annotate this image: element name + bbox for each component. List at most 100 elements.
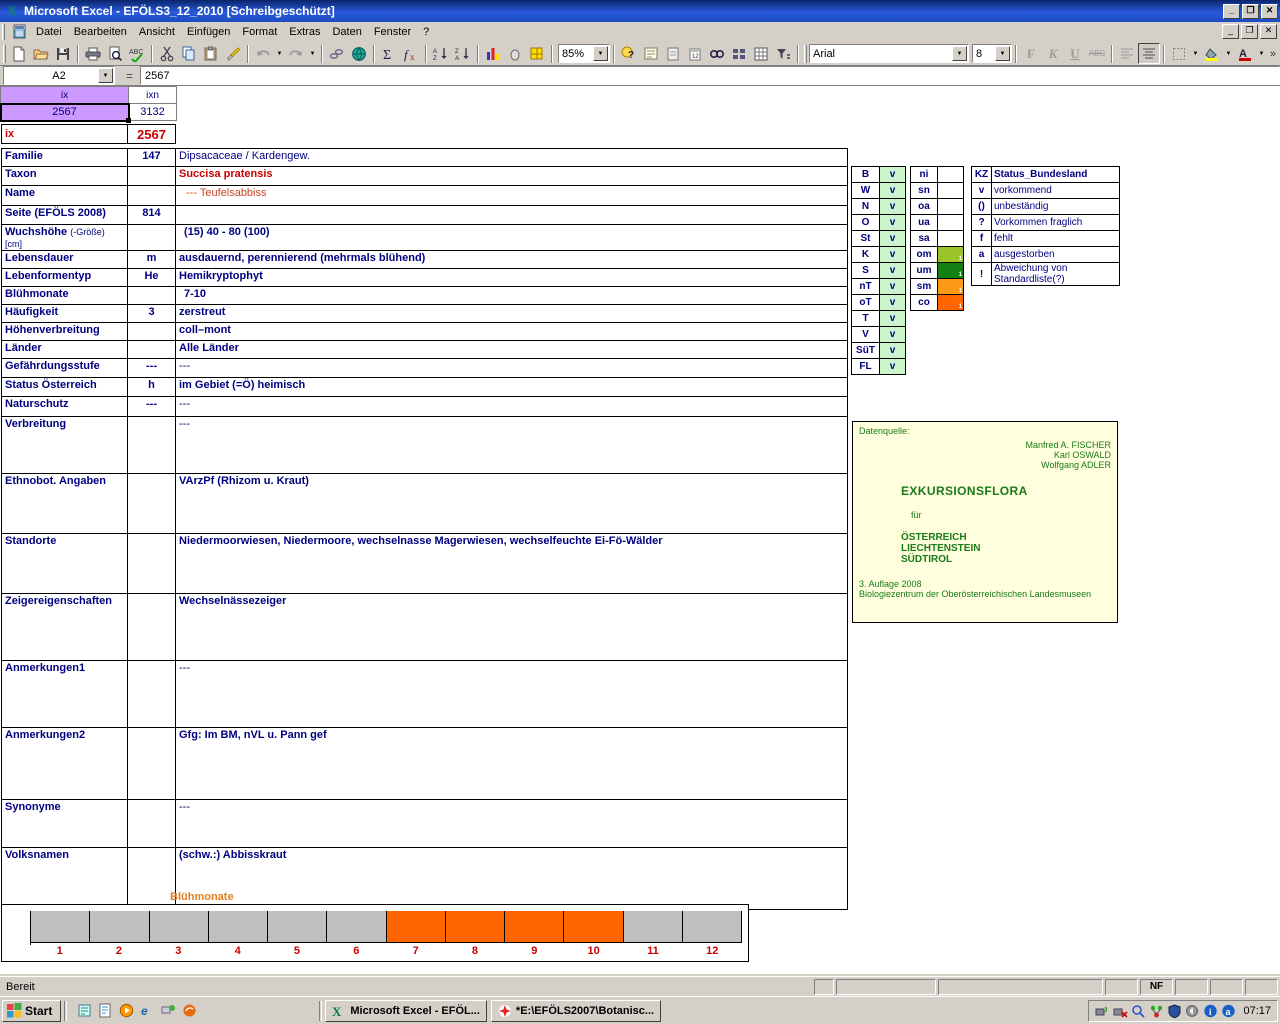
- row-label[interactable]: Gefährdungsstufe: [1, 358, 128, 378]
- row-code[interactable]: [127, 224, 176, 251]
- internet-explorer-icon[interactable]: e: [137, 1001, 157, 1021]
- row-code[interactable]: [127, 166, 176, 186]
- hoehenstufe-code[interactable]: sn: [910, 182, 938, 199]
- row-value[interactable]: VArzPf (Rhizom u. Kraut): [175, 473, 848, 534]
- hoehenstufe-code[interactable]: om: [910, 246, 938, 263]
- bundesland-code[interactable]: N: [851, 198, 880, 215]
- clipboard-icon[interactable]: [662, 43, 684, 64]
- row-code[interactable]: m: [127, 250, 176, 269]
- row-label[interactable]: Volksnamen: [1, 847, 128, 910]
- pivot-table-icon[interactable]: [750, 43, 772, 64]
- formatting-toolbar-grip[interactable]: [802, 44, 809, 64]
- strikethrough-button[interactable]: ABC: [1086, 43, 1108, 64]
- cell-ixn-header[interactable]: ixn: [128, 86, 177, 104]
- bundesland-status[interactable]: v: [879, 342, 906, 359]
- bundesland-status[interactable]: v: [879, 358, 906, 375]
- print-icon[interactable]: [82, 43, 104, 64]
- start-button[interactable]: Start: [2, 999, 62, 1022]
- toolbar-overflow-button[interactable]: »: [1270, 48, 1276, 60]
- fill-color-icon[interactable]: [1201, 43, 1223, 64]
- menu-einfuegen[interactable]: Einfügen: [181, 24, 236, 40]
- row-value[interactable]: Succisa pratensis: [175, 166, 848, 186]
- undo-icon[interactable]: [252, 43, 274, 64]
- font-size-combo[interactable]: 8 ▼: [972, 44, 1012, 63]
- kz-code[interactable]: (): [971, 198, 992, 215]
- hoehenstufe-value[interactable]: [937, 214, 964, 231]
- row-label[interactable]: Name: [1, 185, 128, 206]
- menu-ansicht[interactable]: Ansicht: [133, 24, 181, 40]
- bundesland-code[interactable]: FL: [851, 358, 880, 375]
- hoehenstufe-code[interactable]: sa: [910, 230, 938, 247]
- row-label[interactable]: Lebensdauer: [1, 250, 128, 269]
- row-code[interactable]: [127, 340, 176, 359]
- hoehenstufe-value[interactable]: [937, 166, 964, 183]
- row-code[interactable]: [127, 416, 176, 474]
- bundesland-code[interactable]: B: [851, 166, 880, 183]
- drawing-icon[interactable]: [504, 43, 526, 64]
- row-value[interactable]: Alle Länder: [175, 340, 848, 359]
- fill-color-dropdown-icon[interactable]: ▼: [1223, 43, 1234, 64]
- menu-fenster[interactable]: Fenster: [368, 24, 417, 40]
- menu-extras[interactable]: Extras: [283, 24, 326, 40]
- row-value[interactable]: Dipsacaceae / Kardengew.: [175, 148, 848, 167]
- hoehenstufe-value[interactable]: [937, 182, 964, 199]
- menu-help[interactable]: ?: [417, 24, 435, 40]
- bold-button[interactable]: F: [1020, 43, 1042, 64]
- row-value[interactable]: Niedermoorwiesen, Niedermoore, wechselna…: [175, 533, 848, 594]
- row-value[interactable]: zerstreut: [175, 304, 848, 323]
- ix-label[interactable]: ix: [1, 124, 128, 144]
- row-label[interactable]: Häufigkeit: [1, 304, 128, 323]
- firefox-icon[interactable]: [179, 1001, 199, 1021]
- font-color-dropdown-icon[interactable]: ▼: [1256, 43, 1267, 64]
- formula-input[interactable]: 2567: [140, 66, 1280, 85]
- row-code[interactable]: [127, 322, 176, 341]
- zoom-dropdown-icon[interactable]: ▼: [593, 46, 608, 61]
- hoehenstufe-value[interactable]: [937, 230, 964, 247]
- row-code[interactable]: [127, 847, 176, 910]
- kz-text[interactable]: unbeständig: [991, 198, 1120, 215]
- insert-hyperlink-icon[interactable]: [326, 43, 348, 64]
- font-name-dropdown-icon[interactable]: ▼: [952, 46, 967, 61]
- bundesland-status[interactable]: v: [879, 182, 906, 199]
- row-value[interactable]: coll–mont: [175, 322, 848, 341]
- row-code[interactable]: 147: [127, 148, 176, 167]
- row-label[interactable]: Zeigereigenschaften: [1, 593, 128, 661]
- row-code[interactable]: [127, 593, 176, 661]
- bundesland-status[interactable]: v: [879, 262, 906, 279]
- function-wizard-icon[interactable]: fx: [400, 43, 422, 64]
- format-painter-icon[interactable]: [222, 43, 244, 64]
- menu-datei[interactable]: Datei: [30, 24, 68, 40]
- hoehenstufe-value[interactable]: 1: [937, 278, 964, 295]
- bundesland-code[interactable]: O: [851, 214, 880, 231]
- kz-text[interactable]: Abweichung von Standardliste(?): [991, 262, 1120, 286]
- row-label[interactable]: Naturschutz: [1, 396, 128, 417]
- redo-icon[interactable]: [285, 43, 307, 64]
- hoehenstufe-code[interactable]: um: [910, 262, 938, 279]
- undo-dropdown-icon[interactable]: ▼: [274, 43, 285, 64]
- bundesland-code[interactable]: K: [851, 246, 880, 263]
- sort-descending-icon[interactable]: ZA: [452, 43, 474, 64]
- kz-code[interactable]: !: [971, 262, 992, 286]
- kz-text[interactable]: ausgestorben: [991, 246, 1120, 263]
- copy-icon[interactable]: [178, 43, 200, 64]
- row-label[interactable]: Taxon: [1, 166, 128, 186]
- find-icon[interactable]: [706, 43, 728, 64]
- row-value[interactable]: --- Teufelsabbiss: [175, 185, 848, 206]
- row-label[interactable]: Standorte: [1, 533, 128, 594]
- borders-icon[interactable]: [1168, 43, 1190, 64]
- paste-icon[interactable]: [200, 43, 222, 64]
- row-value[interactable]: [175, 205, 848, 225]
- close-button[interactable]: ✕: [1261, 3, 1278, 19]
- bundesland-status[interactable]: v: [879, 326, 906, 343]
- calendar-icon[interactable]: 12: [684, 43, 706, 64]
- row-label[interactable]: Ethnobot. Angaben: [1, 473, 128, 534]
- align-left-icon[interactable]: [1116, 43, 1138, 64]
- bundesland-status[interactable]: v: [879, 278, 906, 295]
- row-value[interactable]: ---: [175, 660, 848, 728]
- row-label[interactable]: Höhenverbreitung: [1, 322, 128, 341]
- split-window-icon[interactable]: [728, 43, 750, 64]
- bundesland-code[interactable]: V: [851, 326, 880, 343]
- row-code[interactable]: [127, 533, 176, 594]
- hoehenstufe-value[interactable]: [937, 198, 964, 215]
- bundesland-code[interactable]: S: [851, 262, 880, 279]
